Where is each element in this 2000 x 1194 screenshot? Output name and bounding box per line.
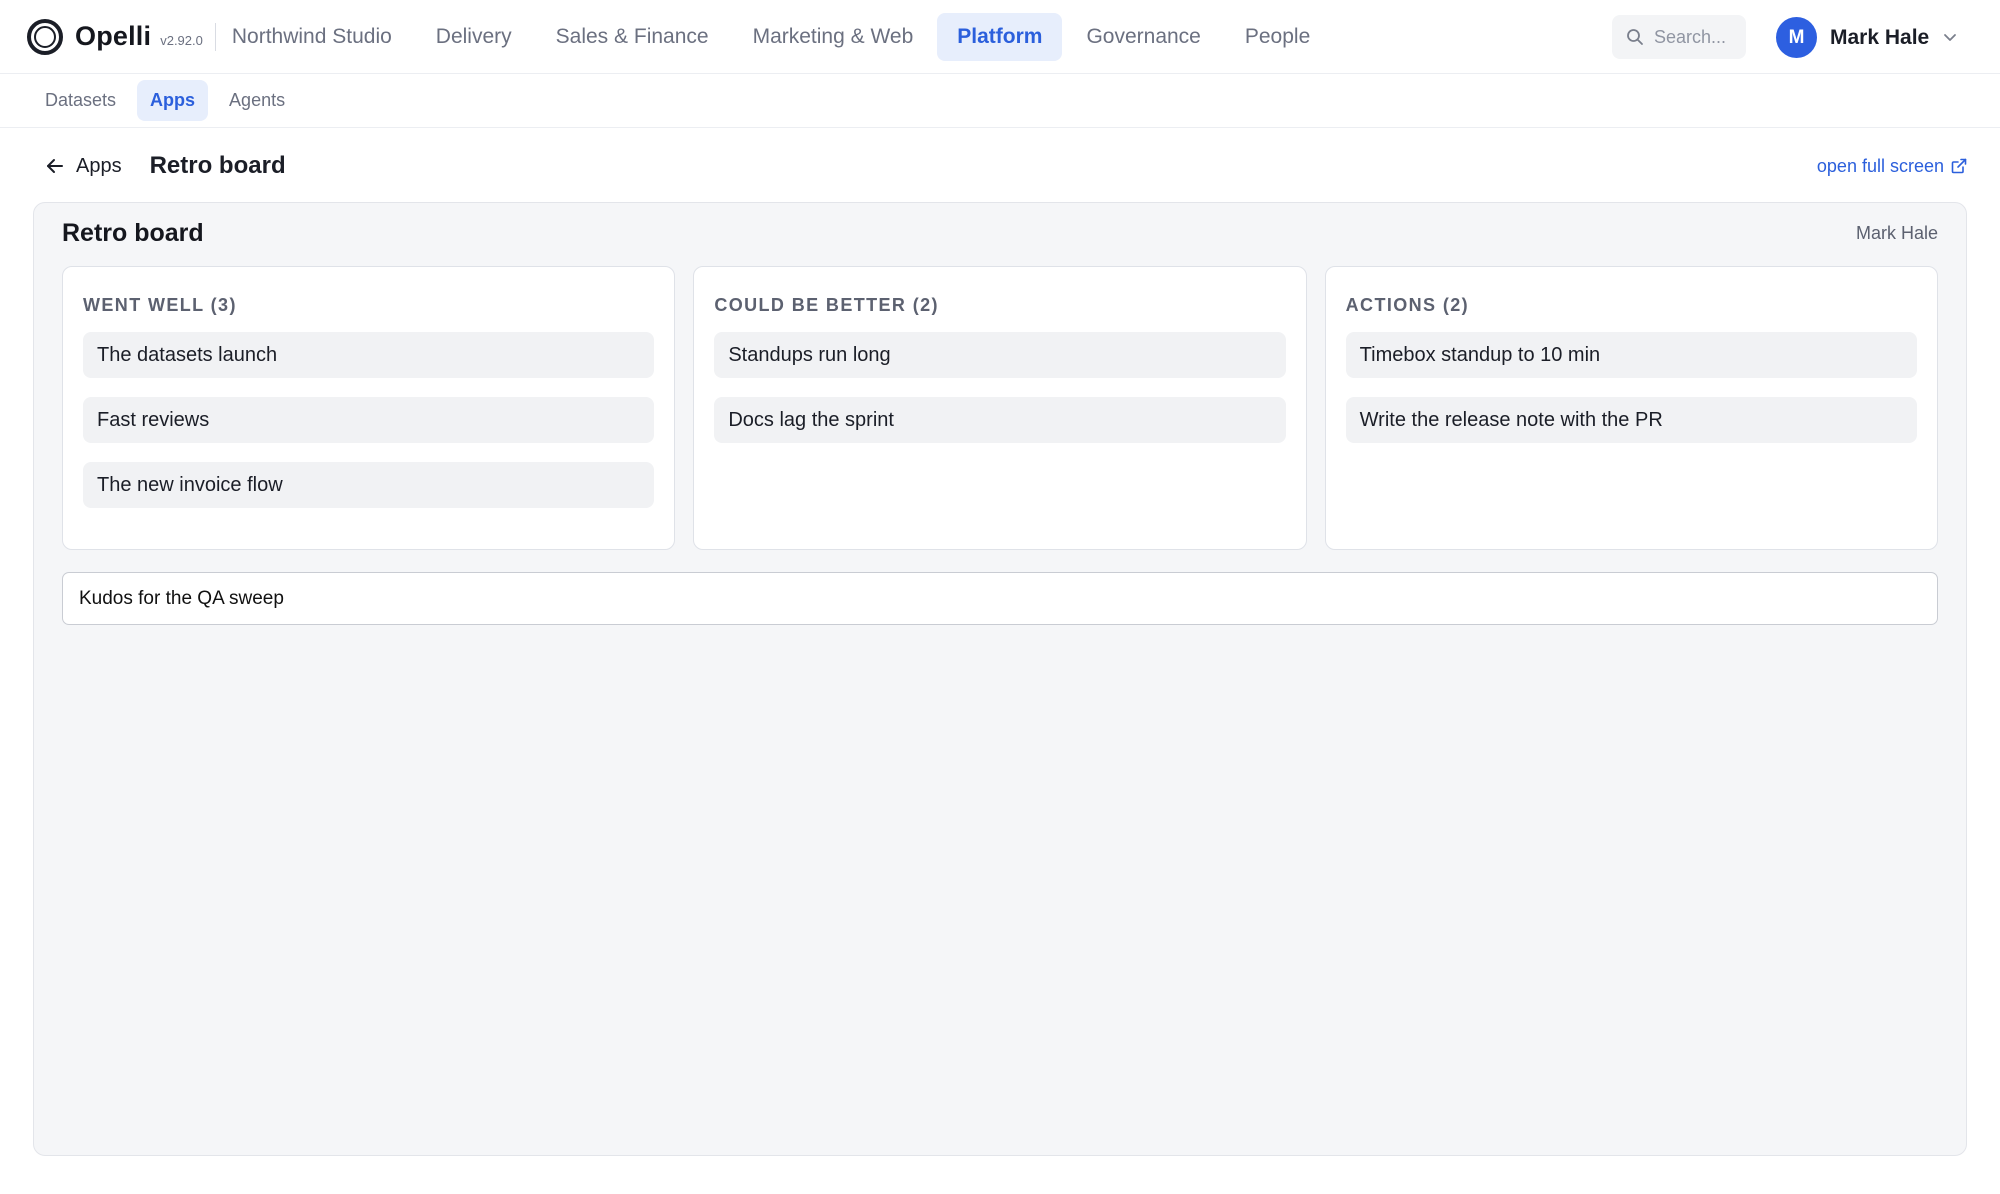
user-name[interactable]: Mark Hale — [1830, 26, 1929, 50]
tab-apps[interactable]: Apps — [137, 80, 209, 121]
tab-datasets[interactable]: Datasets — [32, 80, 129, 121]
column-could-be-better: COULD BE BETTER (2) Standups run long Do… — [693, 266, 1307, 550]
brand-name[interactable]: Opelli — [75, 21, 151, 52]
column-title: ACTIONS (2) — [1345, 295, 1470, 315]
main-nav: Delivery Sales & Finance Marketing & Web… — [416, 12, 1334, 61]
page-title: Retro board — [149, 152, 286, 179]
nav-item-marketing-web[interactable]: Marketing & Web — [733, 13, 934, 61]
nav-item-platform[interactable]: Platform — [937, 12, 1063, 61]
user-menu[interactable]: M Mark Hale — [1776, 17, 1957, 58]
search-box[interactable] — [1612, 15, 1746, 59]
nav-item-delivery[interactable]: Delivery — [416, 13, 532, 61]
arrow-left-icon — [47, 159, 63, 173]
board-header: Retro board Mark Hale — [62, 219, 1938, 248]
retro-card[interactable]: Docs lag the sprint — [714, 397, 1286, 443]
open-full-screen-link[interactable]: open full screen — [1817, 156, 1967, 177]
retro-card[interactable]: Fast reviews — [83, 397, 655, 443]
app-frame: Retro board Mark Hale WENT WELL (3) The … — [33, 202, 1967, 1156]
opelli-logo-icon[interactable] — [27, 18, 63, 55]
retro-card[interactable]: The datasets launch — [83, 332, 655, 378]
sub-nav: Datasets Apps Agents — [0, 74, 2000, 128]
top-bar: Opelli v2.92.0 Northwind Studio Delivery… — [0, 0, 2000, 74]
back-to-apps-link[interactable]: Apps — [46, 155, 122, 178]
retro-card[interactable]: Timebox standup to 10 min — [1345, 332, 1917, 378]
app-version: v2.92.0 — [160, 33, 203, 48]
chevron-down-icon[interactable] — [1943, 33, 1957, 43]
back-label[interactable]: Apps — [76, 155, 122, 178]
search-icon — [1627, 29, 1643, 45]
board-columns: WENT WELL (3) The datasets launch Fast r… — [62, 266, 1938, 550]
column-actions: ACTIONS (2) Timebox standup to 10 min Wr… — [1324, 266, 1938, 550]
external-link-icon — [1951, 158, 1967, 174]
retro-card[interactable]: Write the release note with the PR — [1345, 397, 1917, 443]
board-user: Mark Hale — [1855, 223, 1938, 243]
nav-item-governance[interactable]: Governance — [1066, 13, 1220, 61]
nav-item-people[interactable]: People — [1225, 13, 1330, 61]
column-went-well: WENT WELL (3) The datasets launch Fast r… — [62, 266, 676, 550]
full-screen-label[interactable]: open full screen — [1817, 156, 1944, 177]
retro-card[interactable]: Standups run long — [714, 332, 1286, 378]
page-header: Apps Retro board open full screen — [0, 128, 2000, 204]
nav-item-sales-finance[interactable]: Sales & Finance — [536, 13, 729, 61]
org-switcher[interactable]: Northwind Studio — [232, 25, 392, 49]
header-divider — [214, 22, 216, 51]
column-title: WENT WELL (3) — [83, 295, 237, 315]
tab-agents[interactable]: Agents — [216, 80, 298, 121]
column-title: COULD BE BETTER (2) — [714, 295, 939, 315]
search-input[interactable] — [1654, 26, 1740, 48]
avatar[interactable]: M — [1776, 17, 1817, 58]
retro-card[interactable]: The new invoice flow — [83, 462, 655, 508]
board-title: Retro board — [62, 219, 204, 247]
new-card-input[interactable] — [62, 572, 1938, 625]
